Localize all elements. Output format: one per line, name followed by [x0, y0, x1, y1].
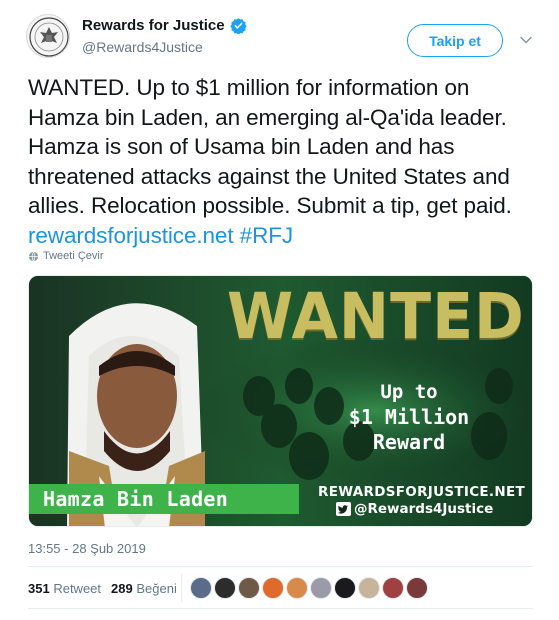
account-name-row[interactable]: Rewards for Justice — [82, 17, 247, 34]
poster-twitter: @Rewards4Justice — [336, 501, 493, 517]
tweet-hashtag[interactable]: #RFJ — [240, 223, 293, 248]
tweet-stats: 351 Retweet 289 Beğeni — [28, 581, 177, 596]
liker-avatars — [190, 577, 428, 599]
reward-text: Up to $1 Million Reward — [339, 380, 479, 455]
liker-avatar[interactable] — [382, 577, 404, 599]
liker-avatar[interactable] — [262, 577, 284, 599]
like-stat[interactable]: 289 Beğeni — [111, 581, 177, 596]
reward-line-1: Up to — [380, 381, 438, 403]
translate-label[interactable]: Tweeti Çevir — [43, 250, 104, 262]
retweet-count: 351 — [28, 581, 50, 596]
tweet-timestamp[interactable]: 13:55 - 28 Şub 2019 — [28, 541, 146, 556]
chevron-down-icon[interactable] — [519, 33, 533, 47]
tweet-link[interactable]: rewardsforjustice.net — [28, 223, 234, 248]
retweet-label: Retweet — [53, 581, 102, 596]
us-department-of-state-seal-icon — [29, 17, 69, 57]
like-label: Beğeni — [136, 581, 177, 596]
poster-site: REWARDSFORJUSTICE.NET — [318, 484, 525, 500]
stats-divider — [181, 574, 182, 602]
liker-avatar[interactable] — [310, 577, 332, 599]
retweet-stat[interactable]: 351 Retweet — [28, 581, 101, 596]
divider — [28, 608, 533, 609]
display-name[interactable]: Rewards for Justice — [82, 17, 225, 34]
like-count: 289 — [111, 581, 133, 596]
account-handle[interactable]: @Rewards4Justice — [82, 39, 203, 55]
divider — [28, 566, 533, 567]
translate-tweet[interactable]: Tweeti Çevir — [28, 250, 104, 262]
liker-avatar[interactable] — [358, 577, 380, 599]
follow-button[interactable]: Takip et — [407, 24, 503, 57]
globe-icon — [28, 251, 39, 261]
liker-avatar[interactable] — [238, 577, 260, 599]
person-name: Hamza Bin Laden — [43, 487, 229, 511]
tweet-text: WANTED. Up to $1 million for information… — [28, 73, 538, 250]
tweet-body: WANTED. Up to $1 million for information… — [28, 75, 512, 218]
liker-avatar[interactable] — [214, 577, 236, 599]
liker-avatar[interactable] — [334, 577, 356, 599]
verified-badge-icon — [229, 18, 247, 34]
liker-avatar[interactable] — [406, 577, 428, 599]
reward-line-2: $1 Million — [348, 405, 470, 429]
twitter-bird-icon — [336, 502, 351, 516]
poster-twitter-handle: @Rewards4Justice — [354, 501, 494, 517]
reward-line-3: Reward — [372, 430, 446, 454]
liker-avatar[interactable] — [190, 577, 212, 599]
tweet-media-image[interactable]: WANTED Up to $1 Million Reward Hamza Bin… — [28, 275, 533, 527]
wanted-headline: WANTED — [227, 280, 525, 354]
avatar[interactable] — [26, 14, 70, 58]
liker-avatar[interactable] — [286, 577, 308, 599]
tweet-card: Rewards for Justice @Rewards4Justice Tak… — [0, 0, 559, 620]
